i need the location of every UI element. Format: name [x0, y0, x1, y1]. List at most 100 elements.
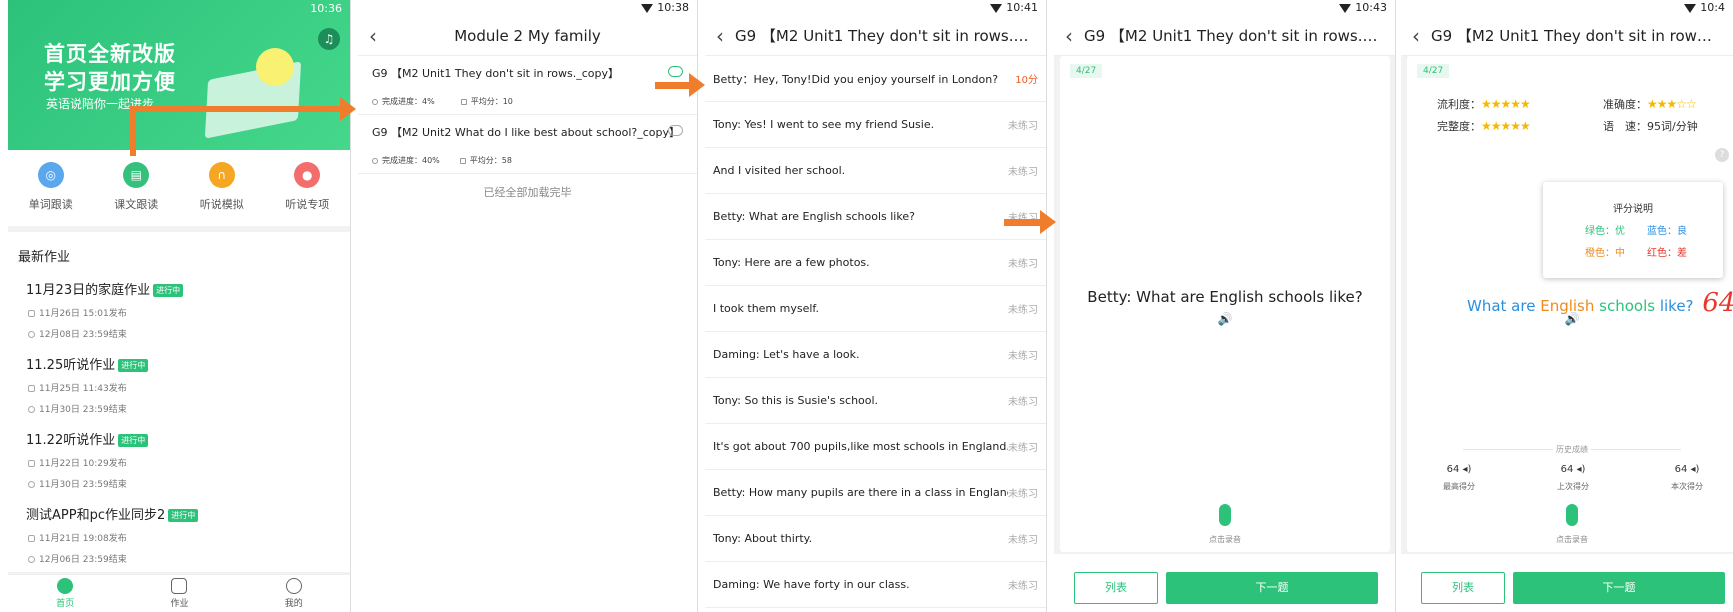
flow-arrow-bar	[130, 106, 344, 112]
quick-listen-special[interactable]: ● 听说专项	[272, 162, 342, 226]
next-button[interactable]: 下一题	[1513, 572, 1725, 604]
sentence-row[interactable]: Betty：Hey, Tony!Did you enjoy yourself i…	[705, 56, 1046, 102]
headset-icon[interactable]: ♫	[318, 28, 340, 50]
status-badge: 进行中	[168, 509, 199, 522]
homework-item[interactable]: 测试APP和pc作业同步2 进行中 11月21日 19:08发布 12月06日 2…	[8, 504, 350, 565]
page-indicator: 4/27	[1070, 64, 1103, 78]
homework-item[interactable]: 11.25听说作业 进行中 11月25日 11:43发布 11月30日 23:59…	[8, 354, 350, 415]
list-button[interactable]: 列表	[1074, 572, 1158, 604]
history-last[interactable]: 64 ◂) 上次得分	[1543, 464, 1603, 492]
home-banner[interactable]: 10:36 ♫ 首页全新改版 学习更加方便 英语说陪你一起进步	[8, 0, 350, 150]
sentence-score: 未练习	[1008, 305, 1038, 316]
progress-label: 完成进度：40%	[382, 156, 440, 165]
cloud-download-icon[interactable]	[668, 125, 683, 136]
history-caption: 本次得分	[1671, 482, 1703, 491]
homework-name: 11.22听说作业	[26, 433, 116, 448]
sentence-row[interactable]: Tony: So this is Susie's school. 未练习	[705, 378, 1046, 424]
quick-listen-sim[interactable]: ∩ 听说模拟	[187, 162, 257, 226]
microphone-icon[interactable]	[1566, 504, 1578, 526]
unit-name: G9 【M2 Unit1 They don't sit in rows._cop…	[372, 67, 620, 80]
speaker-icon[interactable]: 🔊	[1060, 312, 1390, 326]
history-best[interactable]: 64 ◂) 最高得分	[1429, 464, 1489, 492]
tab-home[interactable]: 首页	[35, 575, 95, 612]
lightbulb-illustration	[256, 48, 294, 86]
history-score: 64	[1446, 464, 1460, 475]
homework-name: 测试APP和pc作业同步2	[26, 508, 166, 523]
tab-mine[interactable]: 我的	[264, 575, 324, 612]
homework-item[interactable]: 11.22听说作业 进行中 11月22日 10:29发布 11月30日 23:59…	[8, 429, 350, 490]
speed-rating: 语 速：95词/分钟	[1603, 118, 1698, 134]
nav-bar: ‹ Module 2 My family	[358, 16, 697, 56]
unit-item[interactable]: G9 【M2 Unit2 What do I like best about s…	[358, 115, 697, 174]
action-bar: 列表 下一题	[1401, 554, 1733, 612]
unit-item[interactable]: G9 【M2 Unit1 They don't sit in rows._cop…	[358, 56, 697, 115]
practice-screen: 10:43 ‹ G9 【M2 Unit1 They don't sit in r…	[1054, 0, 1396, 612]
speaker-icon[interactable]: 🔊	[1407, 312, 1733, 326]
speaker-icon: ◂)	[1462, 464, 1472, 475]
speed-value: 95词/分钟	[1647, 120, 1698, 133]
banner-title-line2: 学习更加方便	[44, 70, 176, 94]
score-icon	[459, 157, 466, 164]
sentence-row[interactable]: And I visited her school. 未练习	[705, 148, 1046, 194]
rating-label: 语 速：	[1603, 120, 1647, 133]
speaker-icon: ◂)	[1690, 464, 1700, 475]
sentence-row[interactable]: Betty: How many pupils are there in a cl…	[705, 470, 1046, 516]
sentence-row[interactable]: Betty: What are English schools like?未练习	[705, 194, 1046, 240]
sentence-row[interactable]: Daming: Let's have a look. 未练习	[705, 332, 1046, 378]
sentence-row[interactable]: Tony: Yes! I went to see my friend Susie…	[705, 102, 1046, 148]
history-current[interactable]: 64 ◂) 本次得分	[1657, 464, 1717, 492]
homework-name: 11.25听说作业	[26, 358, 116, 373]
legend-green: 绿色：优	[1585, 226, 1625, 237]
publish-time: 11月22日 10:29发布	[39, 459, 127, 469]
tab-label: 我的	[284, 599, 303, 609]
sentence-text: Daming: Let's have a look.	[713, 348, 860, 361]
homework-name: 11月23日的家庭作业	[26, 283, 151, 298]
end-time: 11月30日 23:59结束	[39, 405, 127, 415]
tooltip-title: 评分说明	[1613, 204, 1653, 215]
bottom-tab-bar: 首页 作业 我的	[8, 574, 350, 612]
back-arrow-icon[interactable]: ‹	[358, 24, 388, 48]
quick-label: 听说模拟	[199, 198, 244, 211]
headphone-icon: ∩	[208, 162, 235, 188]
quick-word-follow[interactable]: ◎ 单词跟读	[16, 162, 86, 226]
sentence-text: Tony: So this is Susie's school.	[713, 394, 879, 407]
sentence-list-screen: 10:41 ‹ G9 【M2 Unit1 They don't sit in r…	[705, 0, 1047, 612]
tab-homework[interactable]: 作业	[149, 575, 209, 612]
quick-text-follow[interactable]: ▤ 课文跟读	[101, 162, 171, 226]
page-title: G9 【M2 Unit1 They don't sit in rows._cop…	[1084, 27, 1395, 45]
result-screen: 10:4 ‹ G9 【M2 Unit1 They don't sit in ro…	[1401, 0, 1733, 612]
star-icon: ★★★☆☆	[1647, 97, 1697, 111]
nav-bar: ‹ G9 【M2 Unit1 They don't sit in rows._c…	[1054, 16, 1395, 56]
banner-title-line1: 首页全新改版	[44, 42, 176, 66]
average-label: 平均分：58	[469, 156, 512, 165]
sentence-row[interactable]: Tony: Here are a few photos. 未练习	[705, 240, 1046, 286]
homework-item[interactable]: 11月23日的家庭作业 进行中 11月26日 15:01发布 12月08日 23:…	[8, 279, 350, 340]
history-score: 64	[1674, 464, 1688, 475]
microphone-icon[interactable]	[1219, 504, 1231, 526]
next-button[interactable]: 下一题	[1166, 572, 1378, 604]
sentence-row[interactable]: It's got about 700 pupils,like most scho…	[705, 424, 1046, 470]
cloud-download-icon[interactable]	[668, 66, 683, 77]
sentence-score: 未练习	[1008, 167, 1038, 178]
status-time: 10:43	[1355, 1, 1387, 14]
page-title: G9 【M2 Unit1 They don't sit in rows._cop…	[735, 27, 1046, 45]
speaker-icon: ◂)	[1576, 464, 1586, 475]
publish-time: 11月21日 19:08发布	[39, 534, 127, 544]
progress-icon	[372, 98, 378, 105]
sentence-row[interactable]: I took them myself. 未练习	[705, 286, 1046, 332]
list-button[interactable]: 列表	[1421, 572, 1505, 604]
status-bar: 10:41	[705, 0, 1046, 16]
end-time: 12月06日 23:59结束	[39, 555, 127, 565]
back-arrow-icon[interactable]: ‹	[705, 24, 735, 48]
practice-card: 4/27 Betty: What are English schools lik…	[1060, 56, 1390, 552]
sentence-score: 未练习	[1008, 397, 1038, 408]
page-title: G9 【M2 Unit1 They don't sit in rows._cop…	[1431, 27, 1733, 45]
sentence-row[interactable]: Daming: We have forty in our class. 未练习	[705, 562, 1046, 608]
back-arrow-icon[interactable]: ‹	[1054, 24, 1084, 48]
arrow-right-icon	[1040, 210, 1056, 234]
back-arrow-icon[interactable]: ‹	[1401, 24, 1431, 48]
sentence-row[interactable]: Tony: About thirty. 未练习	[705, 516, 1046, 562]
end-time: 11月30日 23:59结束	[39, 480, 127, 490]
help-icon[interactable]: ?	[1715, 148, 1729, 162]
calendar-icon	[28, 535, 35, 542]
